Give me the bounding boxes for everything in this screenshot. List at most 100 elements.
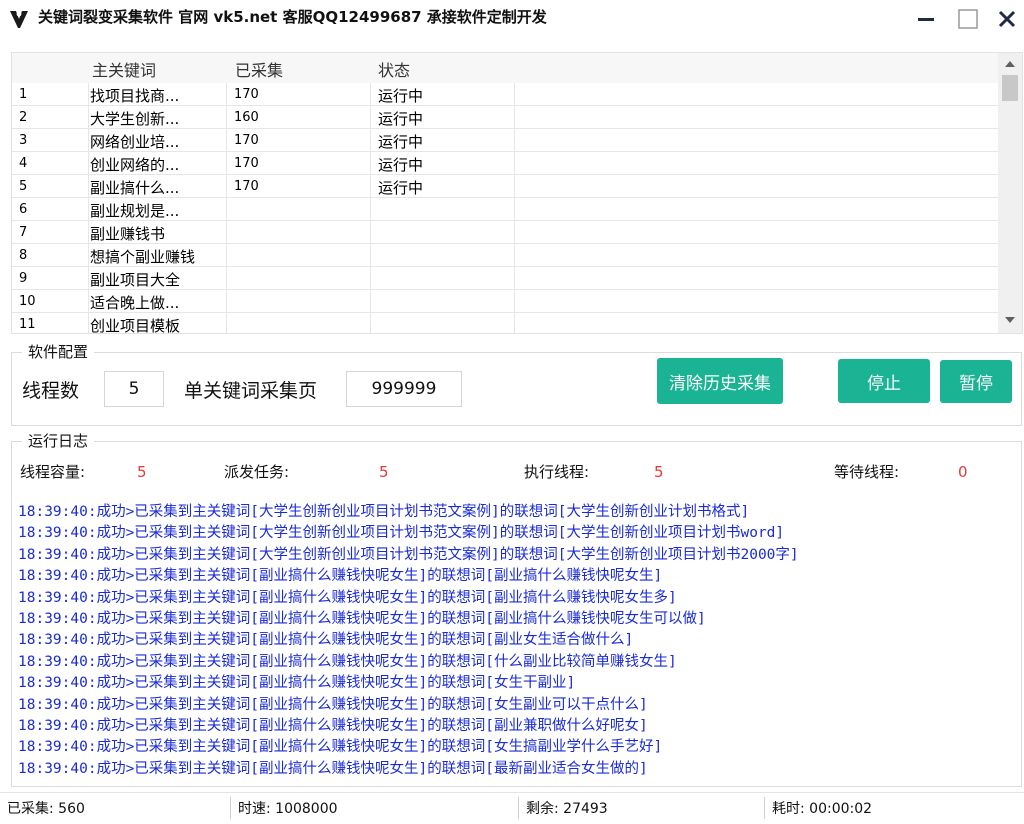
header-keyword[interactable]: 主关键词 bbox=[92, 57, 156, 81]
close-icon bbox=[998, 10, 1016, 28]
log-line: 18:39:40:成功>已采集到主关键词[副业搞什么赚钱快呢女生]的联想词[最新… bbox=[18, 760, 648, 777]
scroll-thumb[interactable] bbox=[1002, 75, 1018, 101]
log-area[interactable]: 18:39:40:成功>已采集到主关键词[大学生创新创业项目计划书范文案例]的联… bbox=[18, 488, 1013, 784]
minimize-button[interactable] bbox=[912, 4, 942, 34]
row-number: 1 bbox=[19, 87, 28, 102]
log-line: 18:39:40:成功>已采集到主关键词[副业搞什么赚钱快呢女生]的联想词[女生… bbox=[18, 696, 648, 713]
table-row[interactable]: 11 创业项目模板 bbox=[12, 313, 998, 334]
window-title: 关键词裂变采集软件 官网 vk5.net 客服QQ12499687 承接软件定制… bbox=[38, 8, 547, 26]
table-row[interactable]: 9 副业项目大全 bbox=[12, 267, 998, 290]
row-count: 170 bbox=[234, 156, 259, 171]
row-number: 9 bbox=[19, 271, 28, 286]
log-line: 18:39:40:成功>已采集到主关键词[副业搞什么赚钱快呢女生]的联想词[副业… bbox=[18, 611, 706, 627]
header-count[interactable]: 已采集 bbox=[235, 57, 283, 81]
row-keyword: 想搞个副业赚钱 bbox=[90, 248, 196, 266]
row-number: 5 bbox=[19, 179, 28, 194]
row-keyword: 适合晚上做... bbox=[90, 294, 180, 312]
row-number: 2 bbox=[19, 110, 28, 125]
statusbar-divider bbox=[230, 797, 231, 819]
table-row[interactable]: 2 大学生创新... 160 运行中 bbox=[12, 106, 998, 129]
row-status: 运行中 bbox=[378, 110, 424, 128]
row-number: 4 bbox=[19, 156, 28, 171]
running-label: 执行线程: bbox=[524, 463, 590, 481]
keyword-grid[interactable]: 主关键词 已采集 状态 1 找项目找商... 170 运行中 2 大学生创新... 160 运… bbox=[11, 52, 1023, 334]
elapsed-time: 耗时: 00:00:02 bbox=[772, 801, 873, 817]
dispatched-label: 派发任务: bbox=[224, 463, 290, 481]
statusbar-divider bbox=[518, 797, 519, 819]
pause-button[interactable]: 暂停 bbox=[940, 360, 1012, 403]
row-keyword: 副业赚钱书 bbox=[90, 225, 166, 243]
log-line: 18:39:40:成功>已采集到主关键词[副业搞什么赚钱快呢女生]的联想词[什么… bbox=[18, 653, 677, 670]
threads-label: 线程数 bbox=[22, 380, 80, 402]
collected-count: 已采集: 560 bbox=[7, 801, 85, 817]
grid-header: 主关键词 已采集 状态 bbox=[12, 53, 998, 83]
config-group: 软件配置 线程数 5 单关键词采集页 999999 清除历史采集 停止 暂停 bbox=[11, 341, 1022, 426]
statusbar-divider bbox=[764, 797, 765, 819]
remaining-count: 剩余: 27493 bbox=[526, 801, 608, 817]
clear-history-button[interactable]: 清除历史采集 bbox=[657, 358, 783, 404]
row-count: 170 bbox=[234, 87, 259, 102]
running-value: 5 bbox=[654, 463, 664, 481]
log-line: 18:39:40:成功>已采集到主关键词[副业搞什么赚钱快呢女生]的联想词[女生… bbox=[18, 739, 663, 756]
row-count: 170 bbox=[234, 133, 259, 148]
row-keyword: 找项目找商... bbox=[90, 87, 180, 105]
row-status: 运行中 bbox=[378, 133, 424, 151]
minimize-icon bbox=[918, 18, 934, 21]
log-group: 运行日志 线程容量: 5 派发任务: 5 执行线程: 5 等待线程: 0 18:… bbox=[11, 430, 1022, 787]
row-status: 运行中 bbox=[378, 179, 424, 197]
waiting-value: 0 bbox=[958, 463, 968, 481]
title-bar: 关键词裂变采集软件 官网 vk5.net 客服QQ12499687 承接软件定制… bbox=[0, 0, 1024, 38]
log-line: 18:39:40:成功>已采集到主关键词[大学生创新创业项目计划书范文案例]的联… bbox=[18, 546, 799, 563]
header-status[interactable]: 状态 bbox=[378, 57, 410, 81]
row-number: 10 bbox=[19, 294, 36, 309]
row-status: 运行中 bbox=[378, 87, 424, 105]
table-row[interactable]: 8 想搞个副业赚钱 bbox=[12, 244, 998, 267]
grid-scrollbar[interactable] bbox=[998, 53, 1022, 333]
waiting-label: 等待线程: bbox=[834, 463, 900, 481]
row-number: 6 bbox=[19, 202, 28, 217]
close-button[interactable] bbox=[992, 4, 1022, 34]
maximize-icon bbox=[958, 9, 978, 29]
speed-readout: 时速: 1008000 bbox=[238, 801, 338, 817]
row-keyword: 副业规划是... bbox=[90, 202, 180, 220]
table-row[interactable]: 6 副业规划是... bbox=[12, 198, 998, 221]
table-row[interactable]: 1 找项目找商... 170 运行中 bbox=[12, 83, 998, 106]
log-legend: 运行日志 bbox=[22, 430, 95, 451]
table-row[interactable]: 3 网络创业培... 170 运行中 bbox=[12, 129, 998, 152]
row-number: 3 bbox=[19, 133, 28, 148]
log-line: 18:39:40:成功>已采集到主关键词[副业搞什么赚钱快呢女生]的联想词[副业… bbox=[18, 718, 648, 734]
threads-input[interactable]: 5 bbox=[104, 371, 164, 407]
table-row[interactable]: 4 创业网络的... 170 运行中 bbox=[12, 152, 998, 175]
app-logo-icon bbox=[10, 11, 28, 28]
log-line: 18:39:40:成功>已采集到主关键词[副业搞什么赚钱快呢女生]的联想词[副业… bbox=[18, 568, 663, 585]
row-keyword: 大学生创新... bbox=[90, 110, 180, 128]
row-number: 8 bbox=[19, 248, 28, 263]
log-line: 18:39:40:成功>已采集到主关键词[副业搞什么赚钱快呢女生]的联想词[副业… bbox=[18, 589, 677, 606]
capacity-value: 5 bbox=[137, 463, 147, 481]
row-number: 11 bbox=[19, 317, 36, 332]
dispatched-value: 5 bbox=[379, 463, 389, 481]
log-line: 18:39:40:成功>已采集到主关键词[副业搞什么赚钱快呢女生]的联想词[女生… bbox=[18, 675, 576, 692]
row-status: 运行中 bbox=[378, 156, 424, 174]
config-legend: 软件配置 bbox=[22, 341, 95, 362]
row-number: 7 bbox=[19, 225, 28, 240]
log-line: 18:39:40:成功>已采集到主关键词[副业搞什么赚钱快呢女生]的联想词[副业… bbox=[18, 632, 634, 649]
log-line: 18:39:40:成功>已采集到主关键词[大学生创新创业项目计划书范文案例]的联… bbox=[18, 525, 785, 542]
row-keyword: 创业项目模板 bbox=[90, 317, 181, 334]
pages-input[interactable]: 999999 bbox=[346, 371, 462, 407]
row-keyword: 创业网络的... bbox=[90, 156, 180, 174]
log-line: 18:39:40:成功>已采集到主关键词[大学生创新创业项目计划书范文案例]的联… bbox=[18, 504, 750, 520]
stop-button[interactable]: 停止 bbox=[838, 359, 930, 403]
scroll-up-icon[interactable] bbox=[1005, 61, 1015, 67]
row-keyword: 网络创业培... bbox=[90, 133, 180, 151]
pages-label: 单关键词采集页 bbox=[184, 380, 318, 402]
row-keyword: 副业项目大全 bbox=[90, 271, 181, 289]
status-bar: 已采集: 560 时速: 1008000 剩余: 27493 耗时: 00:00… bbox=[0, 792, 1024, 824]
scroll-down-icon[interactable] bbox=[1005, 317, 1015, 323]
maximize-button[interactable] bbox=[954, 4, 984, 34]
table-row[interactable]: 7 副业赚钱书 bbox=[12, 221, 998, 244]
capacity-label: 线程容量: bbox=[20, 463, 86, 481]
table-row[interactable]: 10 适合晚上做... bbox=[12, 290, 998, 313]
row-count: 170 bbox=[234, 179, 259, 194]
table-row[interactable]: 5 副业搞什么... 170 运行中 bbox=[12, 175, 998, 198]
